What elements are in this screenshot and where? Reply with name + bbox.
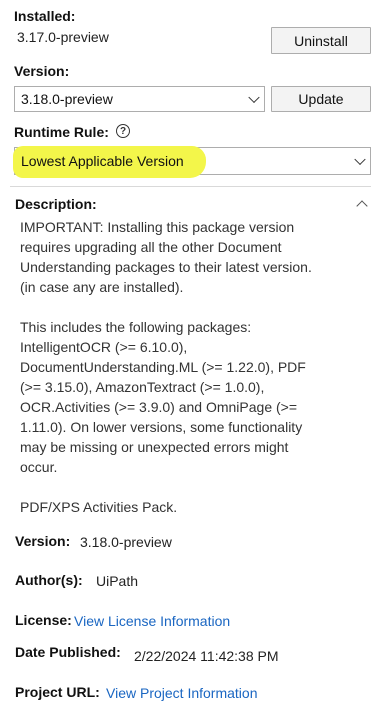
update-button[interactable]: Update (271, 86, 371, 112)
chevron-down-icon (248, 91, 260, 104)
uninstall-button[interactable]: Uninstall (271, 27, 371, 54)
version-select-value: 3.18.0-preview (21, 91, 113, 107)
divider (10, 186, 371, 187)
runtime-rule-label: Runtime Rule: (14, 124, 109, 140)
detail-version-value: 3.18.0-preview (80, 534, 172, 550)
date-published-value: 2/22/2024 11:42:38 PM (134, 648, 279, 664)
installed-label: Installed: (14, 8, 76, 24)
version-label: Version: (14, 63, 70, 79)
runtime-rule-select[interactable]: Lowest Applicable Version (13, 146, 371, 178)
detail-version-label: Version: (15, 533, 71, 549)
description-label: Description: (15, 196, 97, 212)
installed-version: 3.17.0-preview (17, 29, 109, 45)
description-text-3: PDF/XPS Activities Pack. (20, 499, 178, 515)
date-published-label: Date Published: (15, 644, 121, 660)
version-select[interactable]: 3.18.0-preview (14, 86, 265, 112)
runtime-rule-select-value: Lowest Applicable Version (21, 153, 184, 169)
authors-value: UiPath (96, 573, 139, 589)
help-icon[interactable]: ? (116, 124, 130, 138)
chevron-down-icon (354, 153, 366, 166)
details-scrollbar[interactable] (353, 190, 371, 712)
project-url-link[interactable]: View Project Information (106, 685, 257, 701)
description-text-2: This includes the following packages: In… (20, 319, 306, 475)
description-text-1: IMPORTANT: Installing this package versi… (20, 219, 312, 295)
authors-label: Author(s): (15, 572, 83, 588)
project-url-label: Project URL: (15, 684, 100, 700)
license-link[interactable]: View License Information (74, 613, 230, 629)
license-label: License: (15, 612, 72, 628)
